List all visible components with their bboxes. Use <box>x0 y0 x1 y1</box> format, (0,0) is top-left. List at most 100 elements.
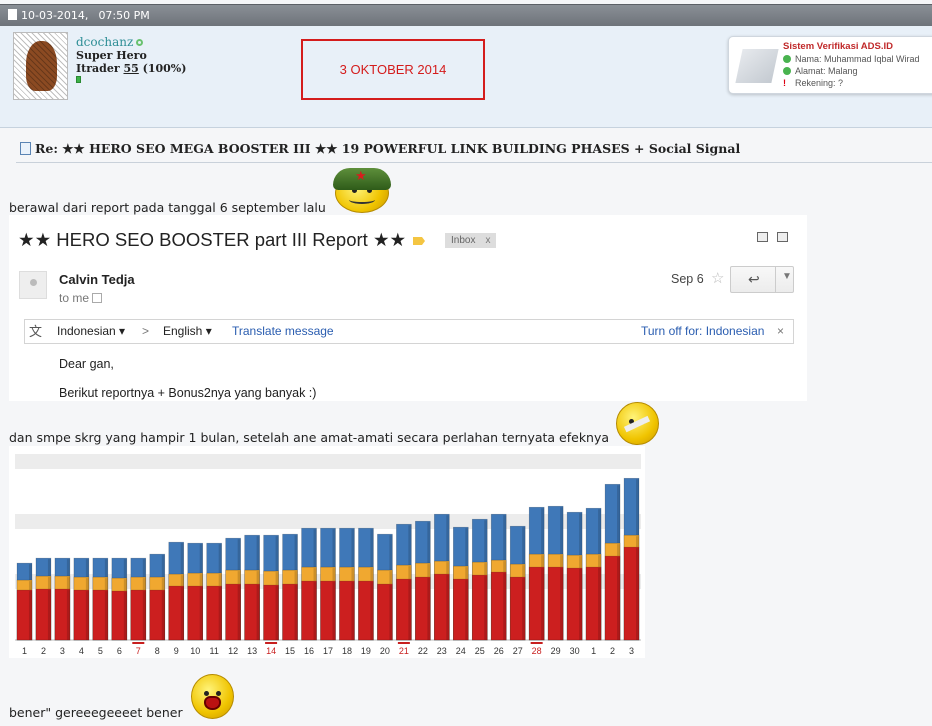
target-language-select[interactable]: English ▾ <box>163 320 212 343</box>
turn-off-translation-link[interactable]: Turn off for: Indonesian <box>641 320 764 343</box>
sender-name[interactable]: Calvin Tedja <box>59 272 135 287</box>
verification-address: Alamat: Malang <box>783 66 858 76</box>
x-tick-label: 21 <box>399 646 409 656</box>
x-tick-label: 5 <box>98 646 103 656</box>
post-icon <box>20 142 31 155</box>
source-language-select[interactable]: Indonesian ▾ <box>57 320 125 343</box>
x-tick-label: 1 <box>591 646 596 656</box>
x-tick-label: 18 <box>342 646 352 656</box>
bar-shade <box>484 576 488 640</box>
check-icon <box>783 55 791 63</box>
x-tick-label: 16 <box>304 646 314 656</box>
bar-shade <box>161 591 165 640</box>
verification-logo-icon <box>735 49 779 83</box>
bar-shade <box>370 582 374 640</box>
verification-title: Sistem Verifikasi ADS.ID <box>783 41 894 52</box>
post-text-3: bener" gereeegeeeet bener <box>9 705 183 720</box>
x-tick-label: 9 <box>174 646 179 656</box>
reply-icon: ↩ <box>748 271 760 287</box>
user-title: Super Hero <box>76 49 147 62</box>
avatar[interactable] <box>13 32 68 100</box>
bar-shade <box>503 573 507 640</box>
bar-shade <box>332 582 336 640</box>
bar-shade <box>180 587 184 640</box>
bar-shade <box>218 587 222 640</box>
bar-shade <box>313 582 317 640</box>
translate-message-link[interactable]: Translate message <box>232 320 334 343</box>
email-subject: ★★ HERO SEO BOOSTER part III Report ★★ <box>18 229 407 250</box>
bar-shade <box>199 587 203 640</box>
verification-panel: Sistem Verifikasi ADS.ID Nama: Muhammad … <box>728 36 932 94</box>
date-annotation-box: 3 OKTOBER 2014 <box>301 39 485 100</box>
x-tick-label: 28 <box>532 646 542 656</box>
warning-icon: ! <box>783 78 786 88</box>
bar-shade <box>617 557 621 640</box>
bar-shade <box>351 582 355 640</box>
online-status-icon <box>136 39 144 46</box>
x-tick-label: 25 <box>475 646 485 656</box>
weekend-marker <box>132 642 145 644</box>
more-options-icon[interactable]: ▼ <box>782 271 792 282</box>
itrader-count-link[interactable]: 55 <box>123 62 138 75</box>
user-details: dcochanz Super Hero Itrader 55 (100%) <box>76 36 186 83</box>
x-tick-label: 29 <box>551 646 561 656</box>
x-tick-label: 27 <box>513 646 523 656</box>
user-info-bar: dcochanz Super Hero Itrader 55 (100%) 3 … <box>0 26 932 128</box>
grid-band <box>15 514 641 529</box>
print-icon[interactable] <box>757 232 768 242</box>
x-tick-label: 23 <box>437 646 447 656</box>
translate-arrow-icon: > <box>142 324 150 338</box>
star-icon[interactable]: ☆ <box>711 269 724 287</box>
bar-shade <box>522 578 526 640</box>
bar-shade <box>104 591 108 640</box>
x-tick-label: 11 <box>210 646 219 656</box>
x-tick-label: 17 <box>323 646 333 656</box>
weekend-marker <box>265 642 278 644</box>
translate-icon: 文 <box>29 324 43 339</box>
username-link[interactable]: dcochanz <box>76 35 133 49</box>
traffic-bar-chart: 1 2 3 4 5 6 7 8 9 10 11 12 13 14 15 16 17 18 19 20 21 22 23 24 2… <box>15 454 641 656</box>
x-tick-label: 15 <box>285 646 295 656</box>
bar-shade <box>446 575 450 640</box>
x-tick-label: 7 <box>136 646 141 656</box>
bar-shade <box>598 568 602 640</box>
close-translate-icon[interactable]: × <box>777 320 784 343</box>
verification-name: Nama: Muhammad Iqbal Wirad <box>783 54 920 64</box>
bar-shade <box>237 585 241 640</box>
x-tick-label: 13 <box>247 646 257 656</box>
reply-button[interactable]: ↩ ▼ <box>730 266 794 293</box>
post-header-bar: 10-03-2014, 07:50 PM <box>0 4 932 26</box>
label-close-icon[interactable]: x <box>485 235 490 246</box>
traffic-chart: 1 2 3 4 5 6 7 8 9 10 11 12 13 14 15 16 17 18 19 20 21 22 23 24 2… <box>9 446 645 658</box>
translate-bar: 文 Indonesian ▾ > English ▾ Translate mes… <box>24 319 794 344</box>
recipient[interactable]: to me <box>59 291 103 305</box>
reputation-bar <box>76 76 81 83</box>
weekend-marker <box>397 642 410 644</box>
bar-shade <box>408 580 412 640</box>
bar-shade <box>85 591 89 640</box>
weekend-marker <box>530 642 543 644</box>
post-date: 10-03-2014, <box>21 9 89 22</box>
bar-shade <box>427 578 431 640</box>
x-tick-label: 24 <box>456 646 466 656</box>
details-dropdown-icon[interactable] <box>92 293 103 303</box>
post-time: 07:50 PM <box>98 9 150 22</box>
x-tick-label: 26 <box>494 646 504 656</box>
grid-band <box>15 484 641 499</box>
email-body-line-1: Dear gan, <box>59 357 114 371</box>
x-tick-label: 2 <box>610 646 615 656</box>
itrader-rating: Itrader 55 (100%) <box>76 62 187 75</box>
x-tick-label: 30 <box>570 646 580 656</box>
bar-shade <box>256 585 260 640</box>
bar-shade <box>142 591 146 640</box>
verification-account: ! Rekening: ? <box>783 78 844 88</box>
new-window-icon[interactable] <box>777 232 788 242</box>
bar-shade <box>28 591 32 640</box>
x-tick-label: 3 <box>60 646 65 656</box>
bar-shade <box>294 585 298 640</box>
grid-band <box>15 454 641 469</box>
x-tick-label: 19 <box>361 646 371 656</box>
bar-shade <box>465 580 469 640</box>
x-tick-label: 20 <box>380 646 390 656</box>
inbox-label[interactable]: Inbox x <box>445 233 497 248</box>
